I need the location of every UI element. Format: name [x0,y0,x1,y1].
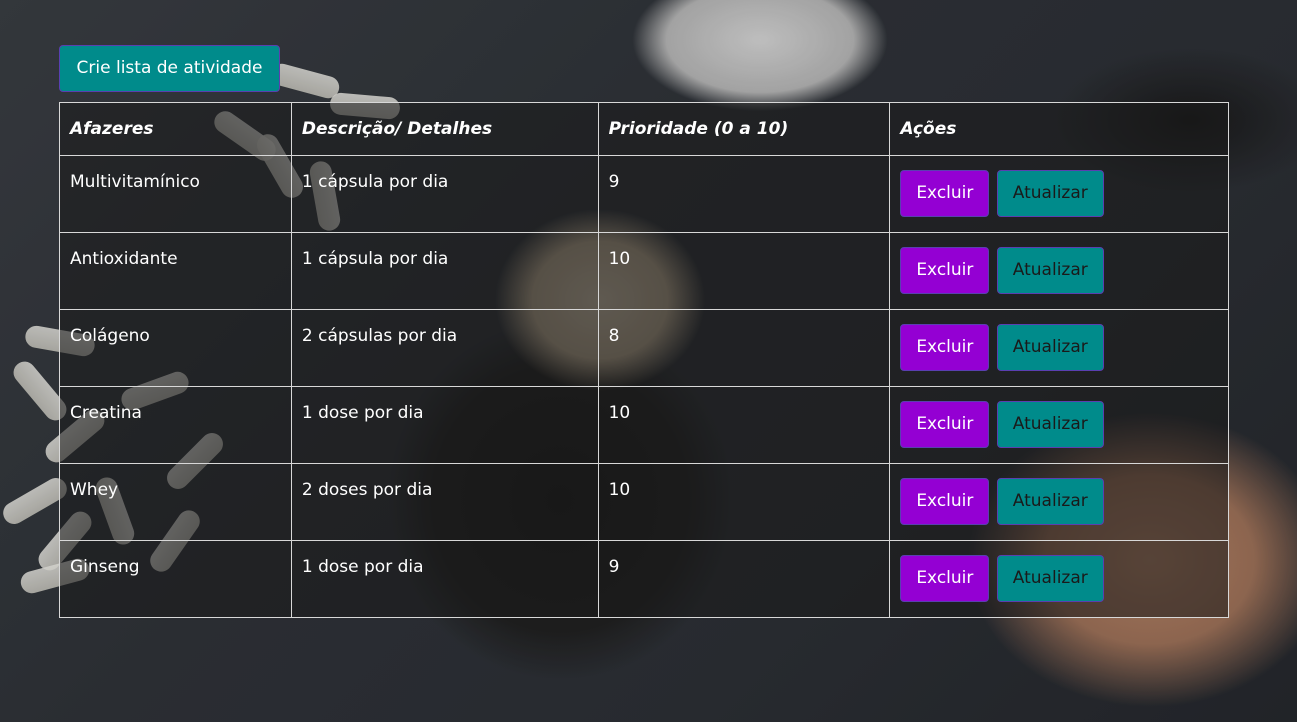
task-details-cell: 1 dose por dia [290,386,599,464]
task-name-cell: Creatina [59,386,292,464]
task-name-cell: Multivitamínico [59,155,292,233]
task-priority-cell: 10 [597,386,891,464]
column-header-details: Descrição/ Detalhes [290,102,599,156]
table-row: Colágeno 2 cápsulas por dia 8 Excluir At… [59,309,1229,387]
task-table: Afazeres Descrição/ Detalhes Prioridade … [59,102,1229,618]
task-name-cell: Whey [59,463,292,541]
task-actions-cell: Excluir Atualizar [889,463,1229,541]
update-button[interactable]: Atualizar [996,324,1104,371]
table-row: Whey 2 doses por dia 10 Excluir Atualiza… [59,463,1229,541]
task-actions-cell: Excluir Atualizar [889,386,1229,464]
task-priority-cell: 10 [597,463,891,541]
task-actions-cell: Excluir Atualizar [889,309,1229,387]
delete-button[interactable]: Excluir [900,170,990,217]
task-name-cell: Ginseng [59,540,292,618]
update-button[interactable]: Atualizar [996,555,1104,602]
task-priority-cell: 10 [597,232,891,310]
table-row: Antioxidante 1 cápsula por dia 10 Exclui… [59,232,1229,310]
task-details-cell: 1 dose por dia [290,540,599,618]
task-actions-cell: Excluir Atualizar [889,540,1229,618]
task-name-cell: Colágeno [59,309,292,387]
table-row: Creatina 1 dose por dia 10 Excluir Atual… [59,386,1229,464]
task-details-cell: 1 cápsula por dia [290,232,599,310]
task-details-cell: 2 cápsulas por dia [290,309,599,387]
task-actions-cell: Excluir Atualizar [889,155,1229,233]
task-actions-cell: Excluir Atualizar [889,232,1229,310]
column-header-actions: Ações [889,102,1229,156]
table-row: Ginseng 1 dose por dia 9 Excluir Atualiz… [59,540,1229,618]
update-button[interactable]: Atualizar [996,247,1104,294]
update-button[interactable]: Atualizar [996,170,1104,217]
task-priority-cell: 9 [597,540,891,618]
task-details-cell: 2 doses por dia [290,463,599,541]
column-header-tasks: Afazeres [59,102,292,156]
delete-button[interactable]: Excluir [900,324,990,371]
delete-button[interactable]: Excluir [900,247,990,294]
delete-button[interactable]: Excluir [900,555,990,602]
column-header-priority: Prioridade (0 a 10) [597,102,891,156]
table-row: Multivitamínico 1 cápsula por dia 9 Excl… [59,155,1229,233]
task-details-cell: 1 cápsula por dia [290,155,599,233]
task-name-cell: Antioxidante [59,232,292,310]
delete-button[interactable]: Excluir [900,478,990,525]
create-activity-list-button[interactable]: Crie lista de atividade [59,45,280,92]
delete-button[interactable]: Excluir [900,401,990,448]
update-button[interactable]: Atualizar [996,478,1104,525]
task-priority-cell: 8 [597,309,891,387]
table-header-row: Afazeres Descrição/ Detalhes Prioridade … [59,102,1229,156]
update-button[interactable]: Atualizar [996,401,1104,448]
task-priority-cell: 9 [597,155,891,233]
